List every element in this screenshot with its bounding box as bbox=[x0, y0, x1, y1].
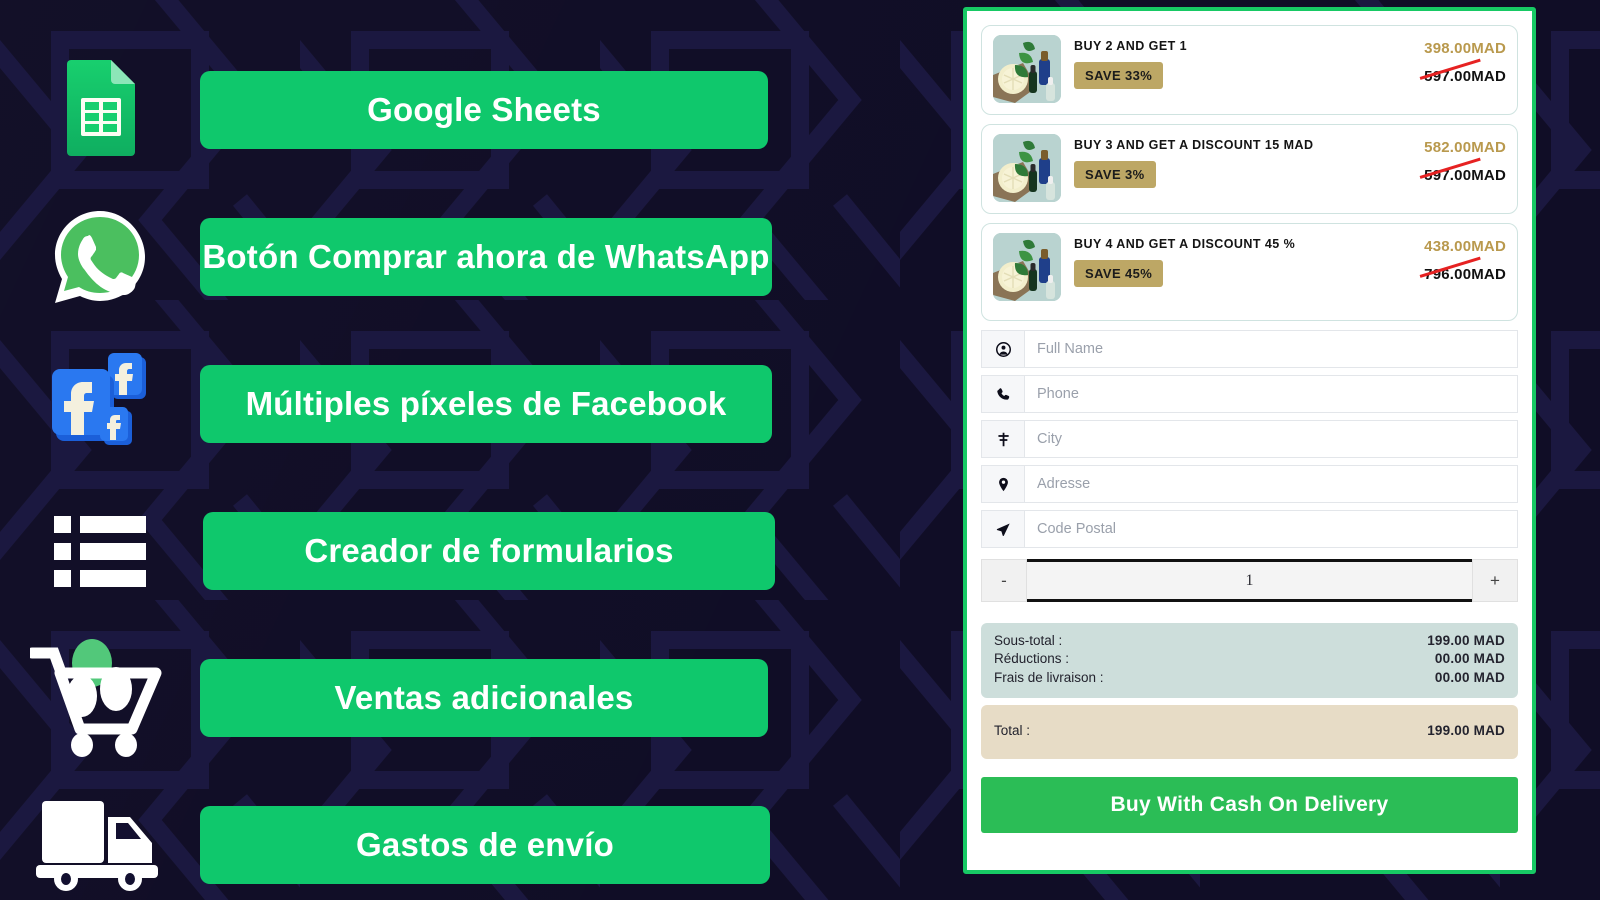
offer-price-new: 398.00MAD bbox=[1424, 40, 1506, 57]
feature-row-shipping: Gastos de envío bbox=[0, 771, 940, 900]
map-pin-icon bbox=[981, 465, 1024, 503]
summary-value: 00.00 MAD bbox=[1434, 669, 1505, 685]
checkout-panel: BUY 2 AND GET 1 SAVE 33% 398.00MAD 597.0… bbox=[963, 7, 1536, 874]
product-thumbnail bbox=[993, 233, 1061, 301]
offer-price-new: 582.00MAD bbox=[1424, 139, 1506, 156]
offer-price-old-text: 597.00MAD bbox=[1424, 68, 1506, 85]
offer-price-new: 438.00MAD bbox=[1424, 238, 1506, 255]
person-circle-icon bbox=[981, 330, 1024, 368]
feature-button-form-builder[interactable]: Creador de formularios bbox=[203, 511, 775, 590]
paper-plane-icon bbox=[981, 510, 1024, 548]
google-sheets-icon bbox=[0, 50, 200, 170]
offer-price-old-text: 597.00MAD bbox=[1424, 167, 1506, 184]
offer-title: BUY 3 AND GET A DISCOUNT 15 MAD bbox=[1074, 138, 1314, 152]
offer-price-old: 597.00MAD bbox=[1419, 157, 1506, 184]
feature-row-facebook-pixels: Múltiples píxeles de Facebook bbox=[0, 330, 940, 477]
offer-price-old: 597.00MAD bbox=[1419, 58, 1506, 85]
form-builder-list-icon bbox=[0, 491, 200, 611]
phone-icon bbox=[981, 375, 1024, 413]
feature-row-form-builder: Creador de formularios bbox=[0, 477, 940, 624]
facebook-pixels-icon bbox=[0, 344, 200, 464]
subtotal-summary-box: Sous-total : 199.00 MAD Réductions : 00.… bbox=[981, 623, 1518, 699]
feature-button-upsell[interactable]: Ventas adicionales bbox=[200, 658, 768, 737]
offer-title: BUY 4 AND GET A DISCOUNT 45 % bbox=[1074, 237, 1296, 251]
feature-button-facebook-pixels[interactable]: Múltiples píxeles de Facebook bbox=[200, 364, 772, 443]
save-badge: SAVE 3% bbox=[1074, 161, 1156, 188]
field-row-full-name bbox=[981, 330, 1518, 368]
code-postal-input[interactable] bbox=[1024, 510, 1518, 548]
summary-value: 00.00 MAD bbox=[1434, 651, 1505, 667]
adresse-input[interactable] bbox=[1024, 465, 1518, 503]
grand-total-box: Total : 199.00 MAD bbox=[981, 705, 1518, 759]
phone-input[interactable] bbox=[1024, 375, 1518, 413]
quantity-decrement-button[interactable]: - bbox=[981, 559, 1027, 602]
field-row-phone bbox=[981, 375, 1518, 413]
summary-line-total: Total : 199.00 MAD bbox=[994, 722, 1505, 740]
feature-list-panel: Google Sheets Botón Comprar ahora de Wha… bbox=[0, 0, 940, 900]
grand-total-label: Total : bbox=[994, 723, 1031, 739]
buy-with-cash-on-delivery-button[interactable]: Buy With Cash On Delivery bbox=[981, 776, 1518, 833]
grand-total-value: 199.00 MAD bbox=[1427, 723, 1505, 739]
offer-card[interactable]: BUY 3 AND GET A DISCOUNT 15 MAD SAVE 3% … bbox=[981, 124, 1518, 214]
summary-line-sous-total: Sous-total : 199.00 MAD bbox=[994, 632, 1505, 650]
city-input[interactable] bbox=[1024, 420, 1518, 458]
offer-card[interactable]: BUY 4 AND GET A DISCOUNT 45 % SAVE 45% 4… bbox=[981, 223, 1518, 321]
feature-row-whatsapp: Botón Comprar ahora de WhatsApp bbox=[0, 183, 940, 330]
feature-button-google-sheets[interactable]: Google Sheets bbox=[200, 70, 768, 149]
feature-button-shipping[interactable]: Gastos de envío bbox=[200, 805, 770, 884]
summary-label: Sous-total : bbox=[994, 633, 1063, 648]
feature-row-google-sheets: Google Sheets bbox=[0, 36, 940, 183]
summary-label: Réductions : bbox=[994, 651, 1070, 667]
summary-line-frais-livraison: Frais de livraison : 00.00 MAD bbox=[994, 669, 1505, 687]
feature-row-upsell: Ventas adicionales bbox=[0, 624, 940, 771]
feature-button-whatsapp[interactable]: Botón Comprar ahora de WhatsApp bbox=[200, 217, 772, 296]
product-thumbnail bbox=[993, 134, 1061, 202]
upsell-cart-icon bbox=[0, 638, 200, 758]
field-row-city bbox=[981, 420, 1518, 458]
offer-prices: 582.00MAD 597.00MAD bbox=[1398, 134, 1506, 185]
offer-prices: 398.00MAD 597.00MAD bbox=[1398, 35, 1506, 86]
offer-prices: 438.00MAD 796.00MAD bbox=[1398, 233, 1506, 284]
quantity-input[interactable] bbox=[1027, 559, 1472, 602]
product-thumbnail bbox=[993, 35, 1061, 103]
summary-value: 199.00 MAD bbox=[1427, 633, 1505, 648]
offer-price-old-text: 796.00MAD bbox=[1424, 266, 1506, 283]
city-icon bbox=[981, 420, 1024, 458]
field-row-adresse bbox=[981, 465, 1518, 503]
quantity-stepper: - + bbox=[981, 559, 1518, 602]
summary-line-reductions: Réductions : 00.00 MAD bbox=[994, 650, 1505, 668]
save-badge: SAVE 33% bbox=[1074, 62, 1164, 89]
whatsapp-icon bbox=[0, 197, 200, 317]
field-row-code-postal bbox=[981, 510, 1518, 548]
screenshot-stage: Google Sheets Botón Comprar ahora de Wha… bbox=[0, 0, 1600, 900]
offer-card[interactable]: BUY 2 AND GET 1 SAVE 33% 398.00MAD 597.0… bbox=[981, 25, 1518, 115]
full-name-input[interactable] bbox=[1024, 330, 1518, 368]
save-badge: SAVE 45% bbox=[1074, 260, 1164, 287]
quantity-increment-button[interactable]: + bbox=[1472, 559, 1518, 602]
summary-label: Frais de livraison : bbox=[994, 669, 1104, 685]
offer-price-old: 796.00MAD bbox=[1419, 256, 1506, 283]
shipping-truck-icon bbox=[0, 785, 200, 900]
offer-title: BUY 2 AND GET 1 bbox=[1074, 39, 1188, 53]
